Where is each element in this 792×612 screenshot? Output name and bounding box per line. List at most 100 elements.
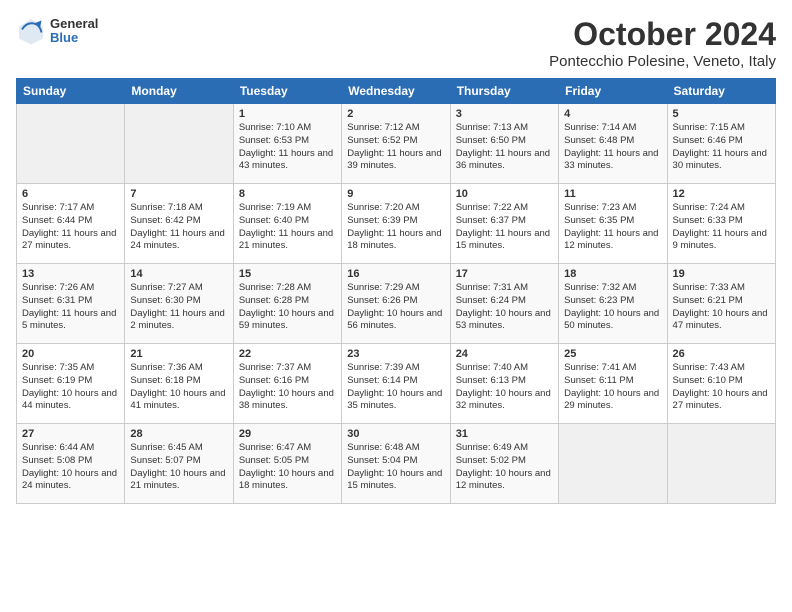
day-cell: 31 Sunrise: 6:49 AM Sunset: 5:02 PM Dayli… [450,424,558,504]
day-number: 14 [130,268,227,280]
day-cell: 9Sunrise: 7:20 AM Sunset: 6:39 PM Daylig… [342,184,450,264]
day-info: Sunrise: 7:12 AM Sunset: 6:52 PM Dayligh… [347,122,444,173]
day-number: 4 [564,108,661,120]
day-cell: 4 Sunrise: 7:14 AM Sunset: 6:48 PM Daylig… [559,104,667,184]
day-cell: 13Sunrise: 7:26 AM Sunset: 6:31 PM Dayli… [17,264,125,344]
day-cell: 19 Sunrise: 7:33 AM Sunset: 6:21 PM Dayli… [667,264,775,344]
header-day-monday: Monday [125,79,233,104]
day-number: 3 [456,108,553,120]
day-info: Sunrise: 7:15 AM Sunset: 6:46 PM Dayligh… [673,122,770,173]
header-day-thursday: Thursday [450,79,558,104]
day-info: Sunrise: 7:24 AM Sunset: 6:33 PM Dayligh… [673,202,770,253]
day-info: Sunrise: 7:33 AM Sunset: 6:21 PM Dayligh… [673,282,770,333]
day-cell [559,424,667,504]
day-info: Sunrise: 7:32 AM Sunset: 6:23 PM Dayligh… [564,282,661,333]
day-info: Sunrise: 7:39 AM Sunset: 6:14 PM Dayligh… [347,362,444,413]
day-cell: 24 Sunrise: 7:40 AM Sunset: 6:13 PM Dayli… [450,344,558,424]
day-cell: 22Sunrise: 7:37 AM Sunset: 6:16 PM Dayli… [233,344,341,424]
calendar-body: 1Sunrise: 7:10 AM Sunset: 6:53 PM Daylig… [17,104,776,504]
day-info: Sunrise: 7:14 AM Sunset: 6:48 PM Dayligh… [564,122,661,173]
day-cell: 20Sunrise: 7:35 AM Sunset: 6:19 PM Dayli… [17,344,125,424]
location-subtitle: Pontecchio Polesine, Veneto, Italy [549,53,776,70]
logo-text: General Blue [50,17,98,46]
day-info: Sunrise: 7:27 AM Sunset: 6:30 PM Dayligh… [130,282,227,333]
day-cell: 2 Sunrise: 7:12 AM Sunset: 6:52 PM Daylig… [342,104,450,184]
day-number: 12 [673,188,770,200]
day-cell: 18 Sunrise: 7:32 AM Sunset: 6:23 PM Dayli… [559,264,667,344]
day-info: Sunrise: 7:13 AM Sunset: 6:50 PM Dayligh… [456,122,553,173]
header-day-sunday: Sunday [17,79,125,104]
day-info: Sunrise: 7:20 AM Sunset: 6:39 PM Dayligh… [347,202,444,253]
day-info: Sunrise: 7:23 AM Sunset: 6:35 PM Dayligh… [564,202,661,253]
day-number: 21 [130,348,227,360]
day-cell: 7 Sunrise: 7:18 AM Sunset: 6:42 PM Daylig… [125,184,233,264]
day-number: 18 [564,268,661,280]
day-info: Sunrise: 7:29 AM Sunset: 6:26 PM Dayligh… [347,282,444,333]
day-cell: 11 Sunrise: 7:23 AM Sunset: 6:35 PM Dayli… [559,184,667,264]
day-info: Sunrise: 7:31 AM Sunset: 6:24 PM Dayligh… [456,282,553,333]
day-cell: 14 Sunrise: 7:27 AM Sunset: 6:30 PM Dayli… [125,264,233,344]
day-number: 10 [456,188,553,200]
day-number: 24 [456,348,553,360]
day-info: Sunrise: 7:17 AM Sunset: 6:44 PM Dayligh… [22,202,119,253]
day-cell: 10 Sunrise: 7:22 AM Sunset: 6:37 PM Dayli… [450,184,558,264]
day-number: 7 [130,188,227,200]
day-cell [125,104,233,184]
day-info: Sunrise: 7:36 AM Sunset: 6:18 PM Dayligh… [130,362,227,413]
day-cell: 30Sunrise: 6:48 AM Sunset: 5:04 PM Dayli… [342,424,450,504]
day-number: 8 [239,188,336,200]
day-cell: 26 Sunrise: 7:43 AM Sunset: 6:10 PM Dayli… [667,344,775,424]
day-cell: 15 Sunrise: 7:28 AM Sunset: 6:28 PM Dayli… [233,264,341,344]
day-cell: 12 Sunrise: 7:24 AM Sunset: 6:33 PM Dayli… [667,184,775,264]
header-day-wednesday: Wednesday [342,79,450,104]
day-number: 1 [239,108,336,120]
day-info: Sunrise: 6:44 AM Sunset: 5:08 PM Dayligh… [22,442,119,493]
header-day-saturday: Saturday [667,79,775,104]
day-cell: 17 Sunrise: 7:31 AM Sunset: 6:24 PM Dayli… [450,264,558,344]
header-day-tuesday: Tuesday [233,79,341,104]
day-info: Sunrise: 7:43 AM Sunset: 6:10 PM Dayligh… [673,362,770,413]
day-number: 23 [347,348,444,360]
week-row-3: 13Sunrise: 7:26 AM Sunset: 6:31 PM Dayli… [17,264,776,344]
day-number: 30 [347,428,444,440]
day-cell: 1Sunrise: 7:10 AM Sunset: 6:53 PM Daylig… [233,104,341,184]
day-number: 11 [564,188,661,200]
day-info: Sunrise: 6:49 AM Sunset: 5:02 PM Dayligh… [456,442,553,493]
day-cell: 28Sunrise: 6:45 AM Sunset: 5:07 PM Dayli… [125,424,233,504]
day-number: 13 [22,268,119,280]
day-number: 27 [22,428,119,440]
week-row-1: 1Sunrise: 7:10 AM Sunset: 6:53 PM Daylig… [17,104,776,184]
day-info: Sunrise: 7:22 AM Sunset: 6:37 PM Dayligh… [456,202,553,253]
day-info: Sunrise: 7:18 AM Sunset: 6:42 PM Dayligh… [130,202,227,253]
logo-blue: Blue [50,31,98,45]
month-title: October 2024 [549,16,776,53]
day-cell: 25 Sunrise: 7:41 AM Sunset: 6:11 PM Dayli… [559,344,667,424]
header-day-friday: Friday [559,79,667,104]
logo-general: General [50,17,98,31]
day-info: Sunrise: 7:28 AM Sunset: 6:28 PM Dayligh… [239,282,336,333]
title-block: October 2024 Pontecchio Polesine, Veneto… [549,16,776,70]
day-cell: 21 Sunrise: 7:36 AM Sunset: 6:18 PM Dayli… [125,344,233,424]
day-info: Sunrise: 6:45 AM Sunset: 5:07 PM Dayligh… [130,442,227,493]
day-number: 6 [22,188,119,200]
day-number: 2 [347,108,444,120]
week-row-4: 20Sunrise: 7:35 AM Sunset: 6:19 PM Dayli… [17,344,776,424]
day-number: 19 [673,268,770,280]
header-row: SundayMondayTuesdayWednesdayThursdayFrid… [17,79,776,104]
day-number: 20 [22,348,119,360]
day-number: 16 [347,268,444,280]
day-cell: 5 Sunrise: 7:15 AM Sunset: 6:46 PM Daylig… [667,104,775,184]
day-cell: 29Sunrise: 6:47 AM Sunset: 5:05 PM Dayli… [233,424,341,504]
day-info: Sunrise: 7:40 AM Sunset: 6:13 PM Dayligh… [456,362,553,413]
day-info: Sunrise: 6:47 AM Sunset: 5:05 PM Dayligh… [239,442,336,493]
day-number: 25 [564,348,661,360]
day-info: Sunrise: 7:37 AM Sunset: 6:16 PM Dayligh… [239,362,336,413]
page-header: General Blue October 2024 Pontecchio Pol… [16,16,776,70]
day-cell [667,424,775,504]
day-number: 15 [239,268,336,280]
day-number: 17 [456,268,553,280]
day-number: 31 [456,428,553,440]
day-number: 26 [673,348,770,360]
day-info: Sunrise: 7:41 AM Sunset: 6:11 PM Dayligh… [564,362,661,413]
day-number: 5 [673,108,770,120]
